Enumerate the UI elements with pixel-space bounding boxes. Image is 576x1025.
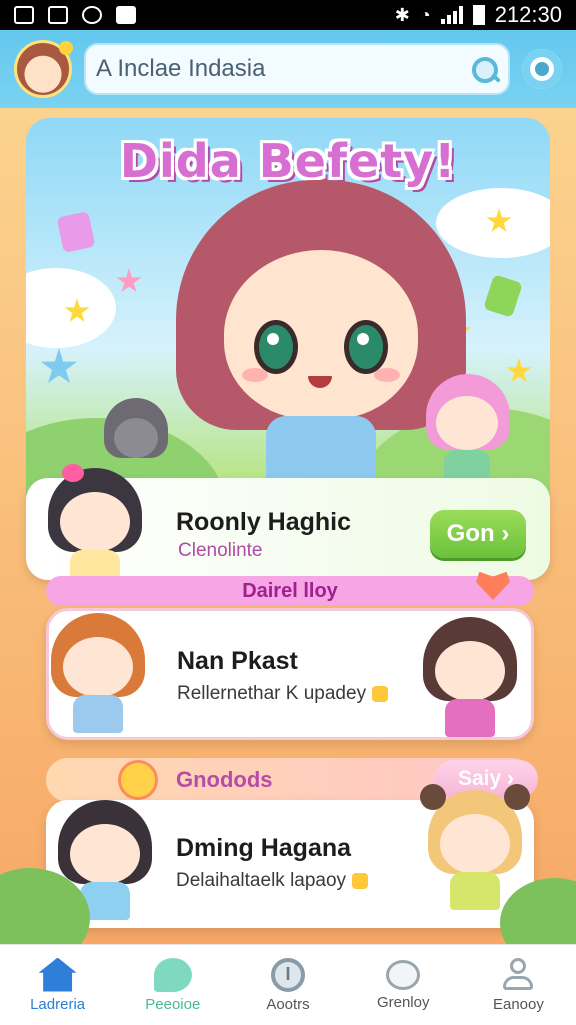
bluetooth-icon: ✱ [394,4,410,25]
game-card[interactable]: Nan Pkast Rellernethar K upadey [46,608,534,740]
gem-decoration [483,274,523,318]
star-decoration [116,268,142,292]
chat-icon [386,959,421,990]
user-icon [501,957,535,992]
signal-icon [440,6,463,24]
system-indicators: ✱ ◔ 212:30 [395,2,562,28]
home-icon [38,957,77,992]
nav-label: Peeoioe [145,995,201,1013]
nav-item-home[interactable]: Ladreria [0,945,115,1025]
coin-icon [352,872,369,889]
heart-badge-icon [118,760,158,800]
app-header: A Inclae Indasia [0,30,576,108]
image-icon [14,6,34,24]
card-character-illustration [40,464,150,588]
clock-icon [82,6,102,24]
pink-hair-character-illustration [418,374,518,484]
game-card[interactable]: Dming Hagana Delaihaltaelk lapaoy [46,784,534,928]
card-character-illustration [43,613,153,733]
wifi-icon: ◔ [419,4,431,25]
card-subtitle: Delaihaltaelk lapaoy [176,870,369,892]
bottom-nav: Ladreria Peeoioe Aootrs Grenloy Eanooy [0,944,576,1025]
gem-decoration [56,211,96,253]
nav-label: Aootrs [266,995,310,1013]
card-title: Nan Pkast [177,647,298,675]
leaf-icon [153,957,192,992]
card-character-illustration [415,617,525,737]
nav-item-explore[interactable]: Peeoioe [115,945,230,1025]
nav-item-profile[interactable]: Eanooy [461,945,576,1025]
info-icon [271,957,305,992]
status-bar: ✱ ◔ 212:30 [0,0,576,30]
card-subtitle: Clenolinte [178,540,263,561]
card-title: Dming Hagana [176,834,352,862]
nav-label: Grenloy [376,993,430,1011]
nav-item-info[interactable]: Aootrs [230,945,345,1025]
search-input[interactable]: A Inclae Indasia [96,55,470,83]
battery-icon [472,5,485,25]
nav-item-chat[interactable]: Grenloy [346,945,461,1025]
card-title: Roonly Haghic [176,508,352,536]
search-icon[interactable] [470,55,498,83]
notification-icons [14,6,136,24]
star-decoration [40,348,78,383]
section-banner: Dairel lloy [46,576,534,606]
settings-icon[interactable] [522,49,562,89]
status-time: 212:30 [494,2,562,27]
coin-icon [372,685,389,702]
avatar[interactable] [14,40,73,98]
go-button[interactable]: Gon › [430,510,526,558]
gallery-icon [48,6,68,24]
search-bar[interactable]: A Inclae Indasia [84,43,510,95]
game-card[interactable]: Roonly Haghic Clenolinte Gon › [26,464,550,588]
main-content: Dida Befety! Roonly Haghic Clenolinte Go… [0,108,576,944]
nav-label: Eanooy [492,995,544,1013]
nav-label: Ladreria [30,995,86,1013]
app-icon [116,6,136,24]
card-subtitle: Rellernethar K upadey [177,683,389,705]
